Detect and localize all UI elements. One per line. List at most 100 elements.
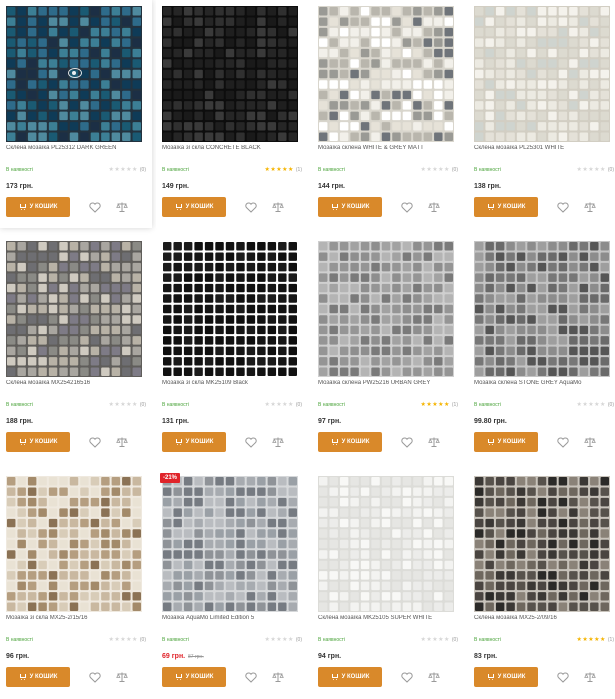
price-value: 97 [318, 418, 326, 425]
heart-icon[interactable] [401, 672, 413, 683]
add-to-cart-button[interactable]: У КОШИК [474, 667, 538, 687]
compare-scales-icon[interactable] [428, 436, 440, 448]
add-to-cart-button[interactable]: У КОШИК [162, 432, 226, 452]
product-card: Склена мозаїка PL25312 DARK GREEN В наяв… [0, 0, 152, 228]
cart-icon [331, 438, 339, 446]
add-to-cart-button[interactable]: У КОШИК [318, 432, 382, 452]
product-price: 97 грн. [318, 418, 341, 425]
stock-status: В наявності [474, 402, 502, 408]
product-name[interactable]: Мозаїка зі скла MX25-2/15/16 [6, 615, 146, 621]
product-image[interactable] [162, 476, 298, 612]
product-image[interactable] [6, 6, 142, 142]
product-image[interactable] [318, 241, 454, 377]
stock-status: В наявності [318, 637, 346, 643]
product-name[interactable]: Склена мозаїка MX25-2/09/16 [474, 615, 614, 621]
product-name[interactable]: Склена мозаїка PL25312 DARK GREEN [6, 145, 146, 151]
compare-scales-icon[interactable] [428, 671, 440, 683]
product-price: 96 грн. [6, 653, 29, 660]
add-to-cart-label: У КОШИК [29, 674, 58, 680]
heart-icon[interactable] [557, 202, 569, 213]
compare-scales-icon[interactable] [428, 201, 440, 213]
mosaic-tiles [6, 476, 142, 612]
add-to-cart-button[interactable]: У КОШИК [318, 667, 382, 687]
add-to-cart-button[interactable]: У КОШИК [6, 667, 70, 687]
heart-icon[interactable] [89, 202, 101, 213]
cart-icon [19, 203, 27, 211]
product-name[interactable]: Мозаїка зі скла CONCRETE BLACK [162, 145, 302, 151]
add-to-cart-button[interactable]: У КОШИК [6, 432, 70, 452]
heart-icon[interactable] [89, 437, 101, 448]
review-count: (0) [607, 402, 614, 408]
rating-stars: ★★★★★ (0) [108, 636, 146, 643]
add-to-cart-button[interactable]: У КОШИК [474, 197, 538, 217]
rating-stars: ★★★★★ (0) [264, 636, 302, 643]
rating-stars: ★★★★★ (0) [108, 166, 146, 173]
rating-stars: ★★★★★ (1) [420, 401, 458, 408]
price-currency: грн. [331, 183, 346, 190]
cart-icon [487, 203, 495, 211]
compare-scales-icon[interactable] [584, 671, 596, 683]
product-name[interactable]: Склена мозаїка MK25105 SUPER WHITE [318, 615, 458, 621]
product-image[interactable] [162, 6, 298, 142]
product-name[interactable]: Склена мозаїка MX254216516 [6, 380, 146, 386]
stock-status: В наявності [6, 167, 34, 173]
compare-scales-icon[interactable] [584, 201, 596, 213]
add-to-cart-button[interactable]: У КОШИК [318, 197, 382, 217]
product-image[interactable] [474, 476, 610, 612]
heart-icon[interactable] [557, 672, 569, 683]
product-image[interactable] [318, 476, 454, 612]
heart-icon[interactable] [401, 202, 413, 213]
heart-icon[interactable] [401, 437, 413, 448]
heart-icon[interactable] [89, 672, 101, 683]
heart-icon[interactable] [245, 672, 257, 683]
mosaic-tiles [318, 6, 454, 142]
mosaic-tiles [318, 476, 454, 612]
compare-scales-icon[interactable] [584, 436, 596, 448]
heart-icon[interactable] [245, 437, 257, 448]
compare-scales-icon[interactable] [116, 436, 128, 448]
star-icon: ★★★★★ [576, 637, 606, 643]
mosaic-tiles [162, 476, 298, 612]
add-to-cart-button[interactable]: У КОШИК [162, 197, 226, 217]
stock-status: В наявності [318, 167, 346, 173]
product-price: 83 грн. [474, 653, 497, 660]
compare-scales-icon[interactable] [272, 201, 284, 213]
quick-view-eye-icon[interactable] [68, 68, 82, 78]
compare-scales-icon[interactable] [116, 671, 128, 683]
add-to-cart-button[interactable]: У КОШИК [6, 197, 70, 217]
compare-scales-icon[interactable] [272, 436, 284, 448]
product-image[interactable] [474, 6, 610, 142]
compare-scales-icon[interactable] [116, 201, 128, 213]
review-count: (0) [139, 167, 146, 173]
price-value: 94 [318, 653, 326, 660]
review-count: (1) [451, 402, 458, 408]
heart-icon[interactable] [557, 437, 569, 448]
product-image[interactable] [6, 241, 142, 377]
mosaic-tiles [474, 476, 610, 612]
product-image[interactable] [162, 241, 298, 377]
price-value: 99.80 [474, 418, 492, 425]
product-name[interactable]: Мозаїка AquaMo Limited Edition 5 [162, 615, 302, 621]
product-image[interactable] [318, 6, 454, 142]
mosaic-tiles [474, 241, 610, 377]
product-name[interactable]: Мозаїка склена PW25216 URBAN GREY [318, 380, 458, 386]
product-name[interactable]: Склена мозаїка PL25301 WHITE [474, 145, 614, 151]
star-icon: ★★★★★ [420, 637, 450, 643]
review-count: (0) [295, 402, 302, 408]
product-price: 138 грн. [474, 183, 501, 190]
cart-icon [487, 673, 495, 681]
heart-icon[interactable] [245, 202, 257, 213]
price-currency: грн. [175, 418, 190, 425]
product-image[interactable] [6, 476, 142, 612]
product-name[interactable]: Мозаїка зі скла MK25109 Black [162, 380, 302, 386]
add-to-cart-label: У КОШИК [341, 439, 370, 445]
mosaic-tiles [474, 6, 610, 142]
product-name[interactable]: Мозаїка склена STONE GREY AquaMo [474, 380, 614, 386]
product-name[interactable]: Мозаїка склена WHITE & GREY MATT [318, 145, 458, 151]
product-image[interactable] [474, 241, 610, 377]
product-price: 94 грн. [318, 653, 341, 660]
add-to-cart-button[interactable]: У КОШИК [474, 432, 538, 452]
add-to-cart-button[interactable]: У КОШИК [162, 667, 226, 687]
stock-status: В наявності [162, 637, 190, 643]
compare-scales-icon[interactable] [272, 671, 284, 683]
